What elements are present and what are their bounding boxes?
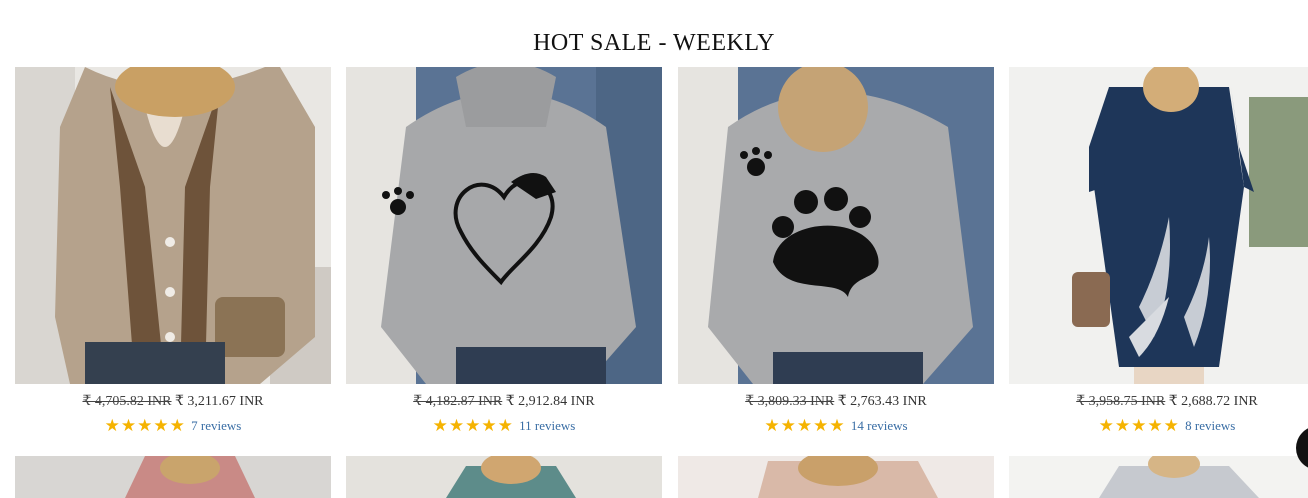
- sale-price: ₹ 2,688.72 INR: [1168, 394, 1258, 409]
- reviews-link[interactable]: 7 reviews: [191, 418, 241, 433]
- price-line: ₹ 3,809.33 INR ₹ 2,763.43 INR: [678, 393, 994, 410]
- reviews-link[interactable]: 14 reviews: [851, 418, 908, 433]
- rating-line: ★★★★★ 7 reviews: [15, 416, 331, 436]
- product-image[interactable]: [346, 456, 662, 498]
- product-image[interactable]: [678, 456, 994, 498]
- star-rating-icon: ★★★★★: [432, 416, 514, 435]
- product-card[interactable]: ₹ 3,958.75 INR ₹ 2,688.72 INR ★★★★★ 8 re…: [1009, 67, 1308, 436]
- product-image[interactable]: [346, 67, 662, 384]
- section-title: HOT SALE - WEEKLY: [533, 30, 775, 56]
- sale-price: ₹ 3,211.67 INR: [175, 394, 264, 409]
- price-line: ₹ 4,705.82 INR ₹ 3,211.67 INR: [15, 393, 331, 410]
- original-price: ₹ 4,182.87 INR: [413, 394, 503, 409]
- rating-line: ★★★★★ 8 reviews: [1009, 416, 1308, 436]
- sale-price: ₹ 2,763.43 INR: [837, 394, 927, 409]
- product-image[interactable]: [1009, 67, 1308, 384]
- product-image[interactable]: [678, 67, 994, 384]
- star-rating-icon: ★★★★★: [1098, 416, 1180, 435]
- product-card[interactable]: [1009, 456, 1308, 498]
- original-price: ₹ 3,958.75 INR: [1076, 394, 1166, 409]
- product-card[interactable]: [678, 456, 994, 498]
- product-card[interactable]: ₹ 4,182.87 INR ₹ 2,912.84 INR ★★★★★ 11 r…: [346, 67, 662, 436]
- product-image[interactable]: [15, 67, 331, 384]
- reviews-link[interactable]: 11 reviews: [519, 418, 575, 433]
- product-card[interactable]: [15, 456, 331, 498]
- rating-line: ★★★★★ 11 reviews: [346, 416, 662, 436]
- product-image[interactable]: [1009, 456, 1308, 498]
- original-price: ₹ 4,705.82 INR: [82, 394, 172, 409]
- product-card[interactable]: ₹ 4,705.82 INR ₹ 3,211.67 INR ★★★★★ 7 re…: [15, 67, 331, 436]
- product-image[interactable]: [15, 456, 331, 498]
- original-price: ₹ 3,809.33 INR: [745, 394, 835, 409]
- product-card[interactable]: [346, 456, 662, 498]
- product-card[interactable]: ₹ 3,809.33 INR ₹ 2,763.43 INR ★★★★★ 14 r…: [678, 67, 994, 436]
- price-line: ₹ 3,958.75 INR ₹ 2,688.72 INR: [1009, 393, 1308, 410]
- star-rating-icon: ★★★★★: [764, 416, 846, 435]
- price-line: ₹ 4,182.87 INR ₹ 2,912.84 INR: [346, 393, 662, 410]
- sale-price: ₹ 2,912.84 INR: [505, 394, 595, 409]
- star-rating-icon: ★★★★★: [104, 416, 186, 435]
- rating-line: ★★★★★ 14 reviews: [678, 416, 994, 436]
- reviews-link[interactable]: 8 reviews: [1185, 418, 1235, 433]
